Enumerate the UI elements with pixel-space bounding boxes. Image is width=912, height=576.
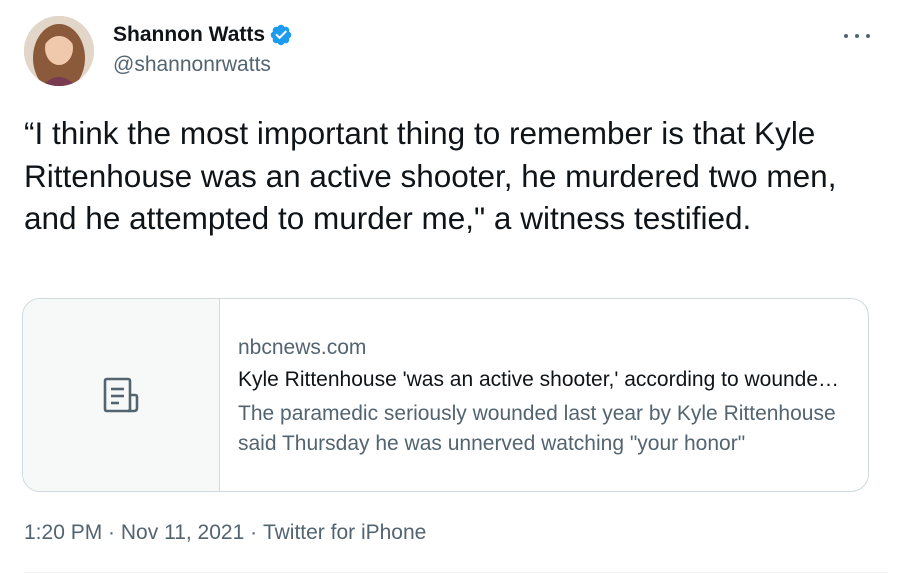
tweet-metadata: 1:20 PM · Nov 11, 2021 · Twitter for iPh… — [24, 520, 426, 546]
more-dot — [855, 34, 859, 38]
divider — [24, 572, 888, 573]
card-body: nbcnews.com Kyle Rittenhouse 'was an act… — [220, 299, 858, 491]
tweet-container: Shannon Watts @shannonrwatts “I think th… — [0, 0, 912, 576]
card-domain: nbcnews.com — [238, 336, 367, 359]
card-title: Kyle Rittenhouse 'was an active shooter,… — [238, 368, 850, 391]
article-icon — [103, 377, 139, 413]
tweet-source[interactable]: Twitter for iPhone — [263, 520, 426, 546]
link-preview-card[interactable]: nbcnews.com Kyle Rittenhouse 'was an act… — [22, 298, 869, 492]
avatar-image — [24, 16, 94, 86]
avatar[interactable] — [24, 16, 94, 86]
more-dot — [866, 34, 870, 38]
verified-badge-icon — [269, 23, 293, 47]
tweet-text: “I think the most important thing to rem… — [24, 115, 837, 236]
meta-separator: · — [244, 521, 263, 544]
author-name-row: Shannon Watts — [113, 22, 293, 48]
tweet-time[interactable]: 1:20 PM — [24, 520, 102, 546]
author-handle[interactable]: @shannonrwatts — [113, 52, 271, 78]
tweet-date[interactable]: Nov 11, 2021 — [121, 520, 244, 546]
card-thumbnail — [23, 299, 220, 491]
author-display-name[interactable]: Shannon Watts — [113, 22, 265, 48]
card-description: The paramedic seriously wounded last yea… — [238, 402, 836, 455]
more-options-icon[interactable] — [844, 24, 870, 48]
meta-separator: · — [102, 521, 121, 544]
more-dot — [844, 34, 848, 38]
